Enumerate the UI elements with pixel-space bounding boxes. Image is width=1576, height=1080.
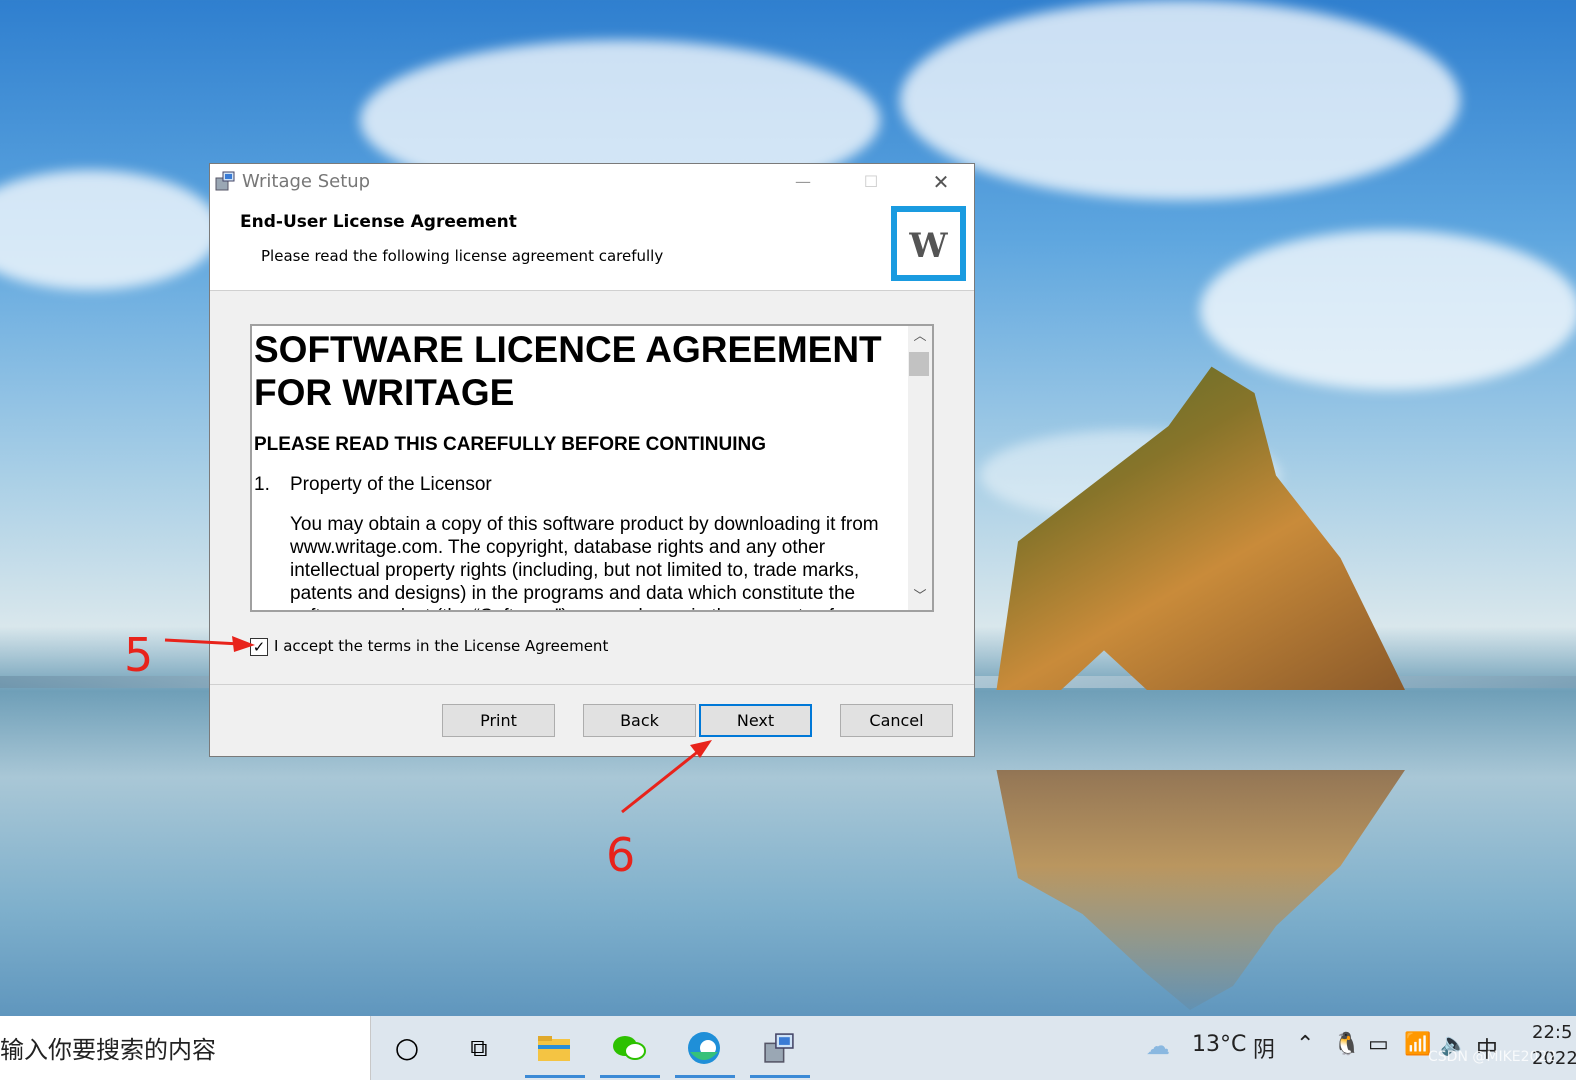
file-explorer-icon[interactable] xyxy=(531,1026,577,1070)
annotation-step-6: 6 xyxy=(606,828,636,882)
tray-expand-chevron-icon[interactable]: ⌃ xyxy=(1296,1032,1314,1057)
weather-temperature[interactable]: 13°C xyxy=(1192,1032,1246,1057)
taskbar: 输入你要搜索的内容 ○ ⧉ ☁ 13°C 阴 ⌃ 🐧 ▭ 📶 🔈 中 22:5 … xyxy=(0,1016,1576,1080)
taskbar-search-box[interactable]: 输入你要搜索的内容 xyxy=(0,1016,371,1080)
weather-cloud-icon[interactable]: ☁ xyxy=(1146,1032,1170,1060)
search-placeholder[interactable]: 输入你要搜索的内容 xyxy=(0,1030,216,1065)
csdn-watermark: CSDN @MIKE2022 xyxy=(1428,1049,1557,1065)
arrow-to-checkbox xyxy=(164,638,241,646)
running-indicator xyxy=(675,1075,735,1078)
arrow-to-next xyxy=(621,748,701,814)
annotation-step-5: 5 xyxy=(124,628,154,682)
cortana-icon[interactable]: ○ xyxy=(384,1026,430,1070)
battery-icon[interactable]: ▭ xyxy=(1368,1032,1389,1057)
clock-time: 22:5 xyxy=(1532,1022,1573,1043)
setup-installer-icon[interactable] xyxy=(756,1026,802,1070)
edge-browser-icon[interactable] xyxy=(681,1026,727,1070)
wechat-icon[interactable] xyxy=(606,1026,652,1070)
arrowhead-checkbox xyxy=(232,636,255,652)
running-indicator xyxy=(525,1075,585,1078)
running-indicator xyxy=(750,1075,810,1078)
task-view-icon[interactable]: ⧉ xyxy=(456,1026,502,1070)
qq-icon[interactable]: 🐧 xyxy=(1333,1032,1360,1057)
annotation-arrows xyxy=(164,636,712,814)
weather-description[interactable]: 阴 xyxy=(1253,1032,1275,1064)
running-indicator xyxy=(600,1075,660,1078)
